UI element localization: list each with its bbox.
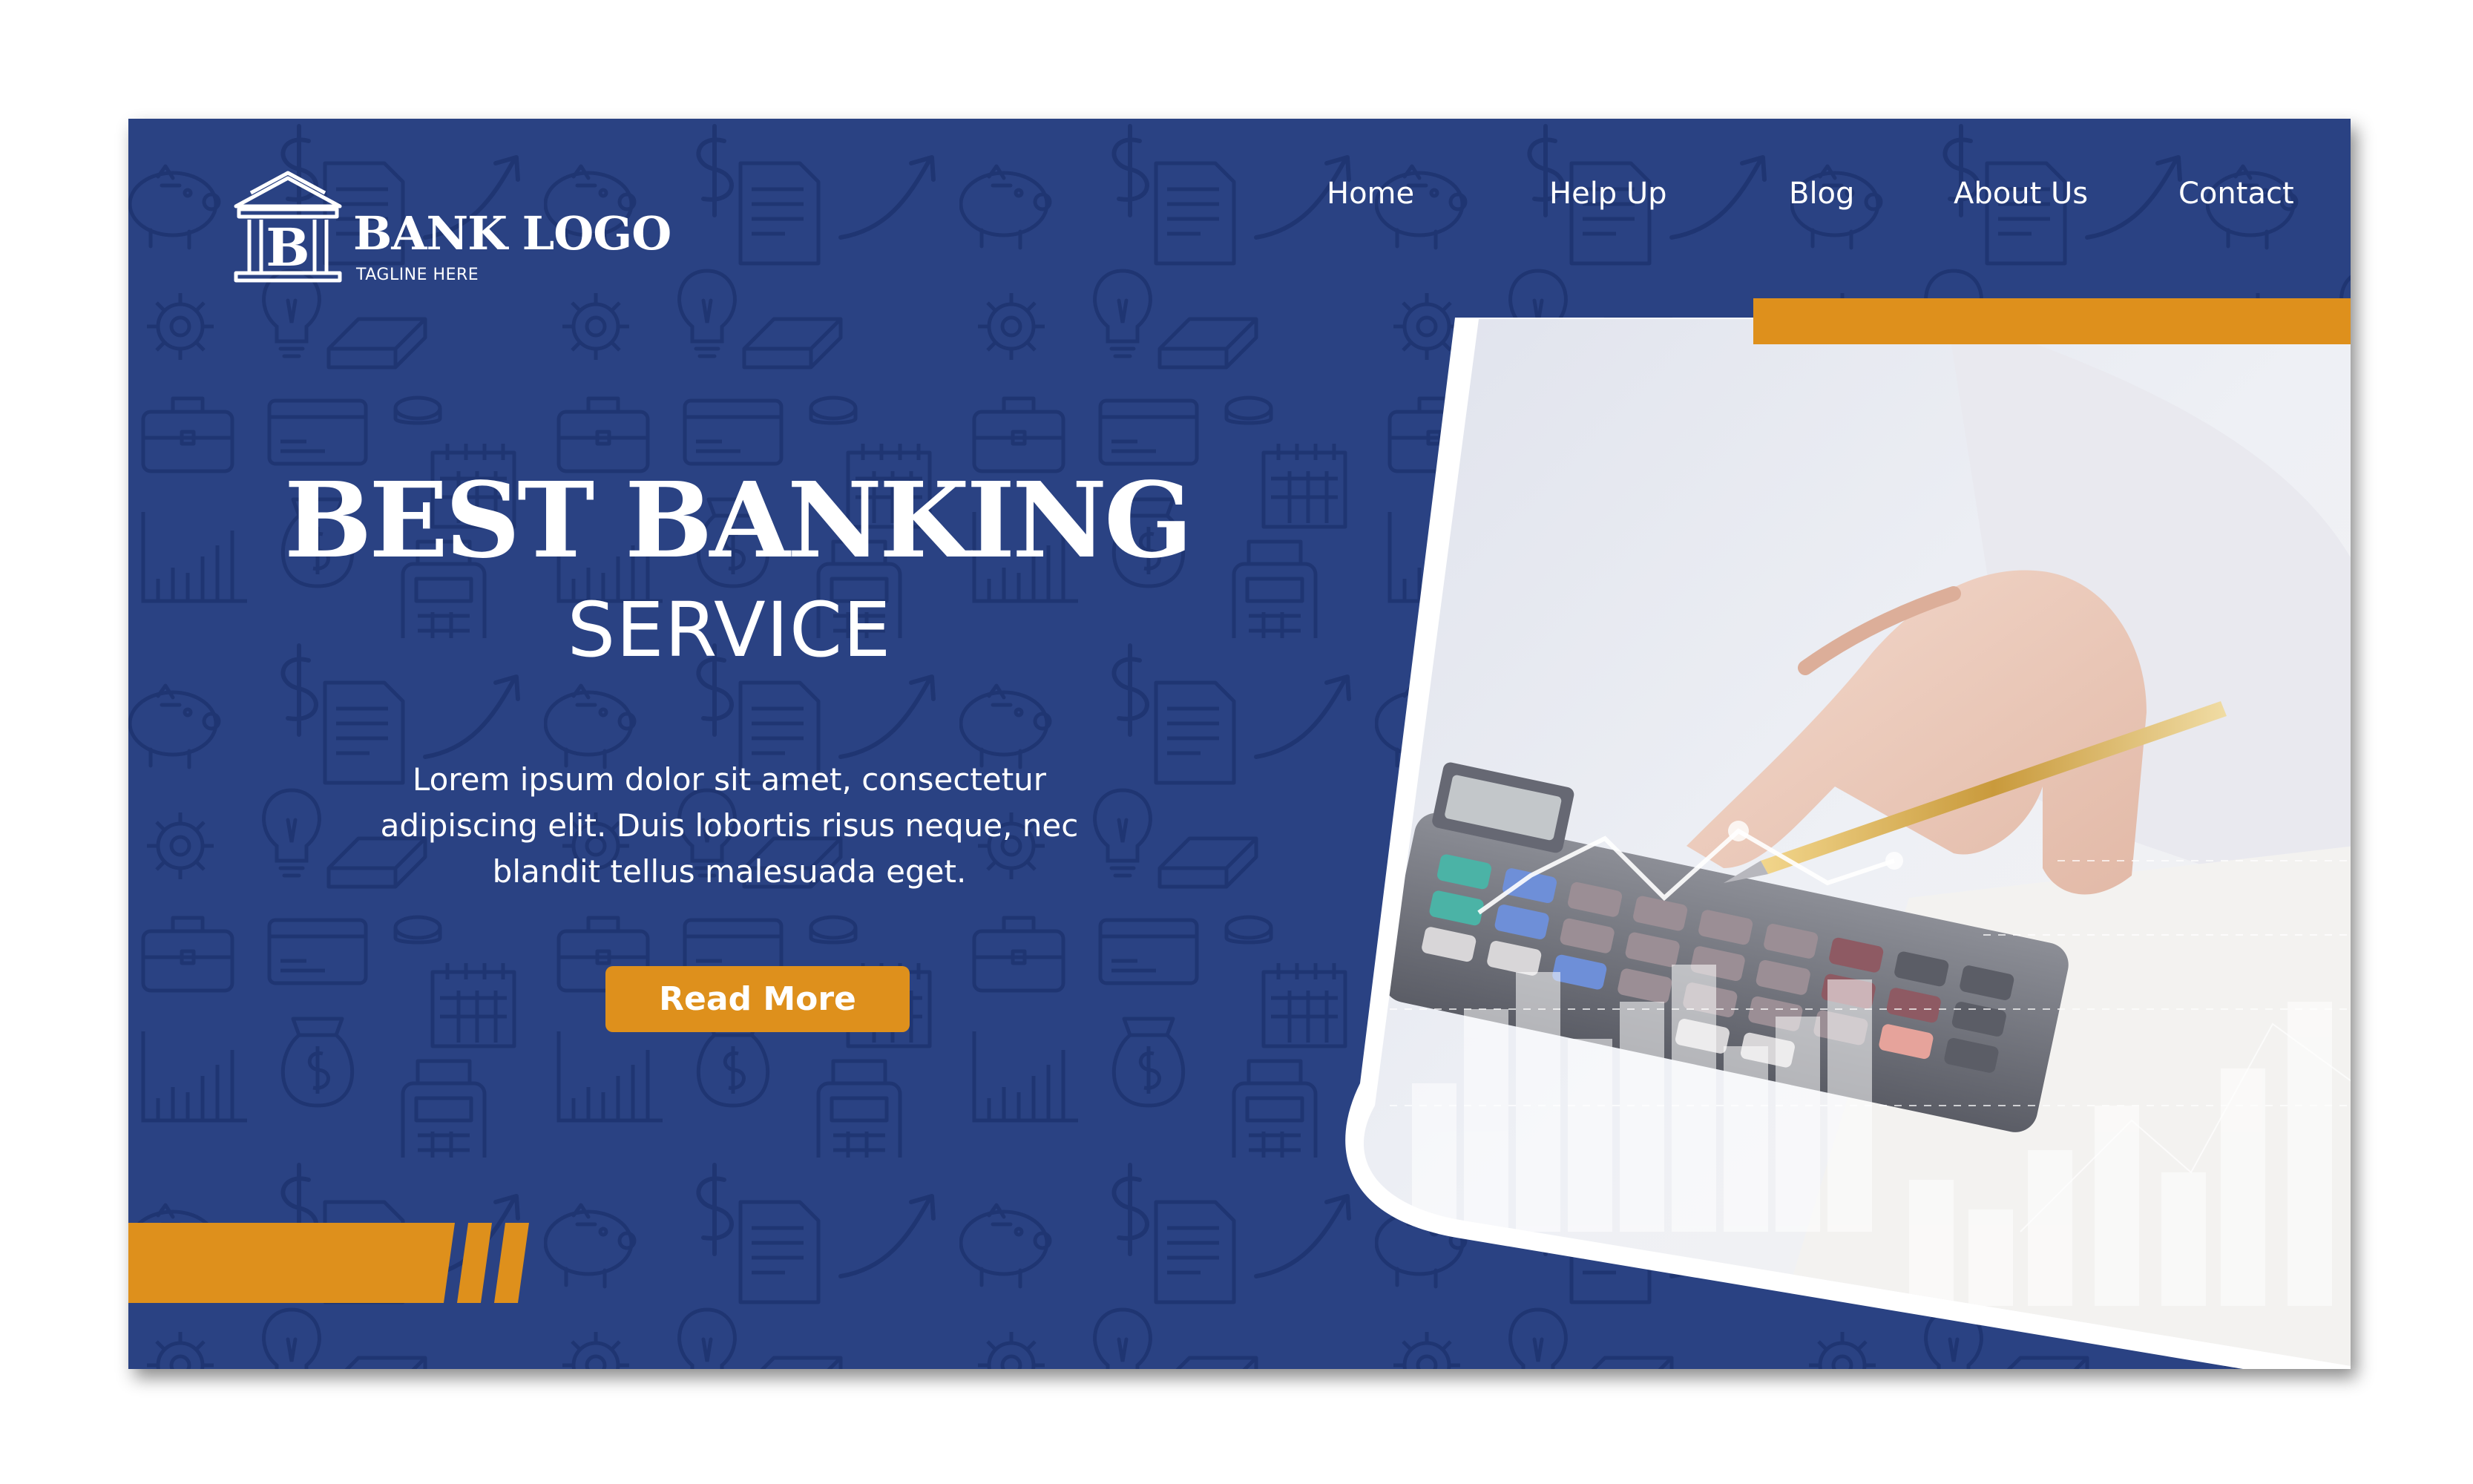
- hero-description: Lorem ipsum dolor sit amet, consectetur …: [380, 761, 1079, 890]
- hero-title: BEST BANKING: [284, 460, 1193, 582]
- nav-item-help-up[interactable]: Help Up: [1549, 177, 1667, 211]
- logo-name: BANK LOGO: [353, 206, 671, 260]
- bank-logo[interactable]: B BANK LOGO TAGLINE HERE: [229, 171, 671, 289]
- logo-tagline: TAGLINE HERE: [356, 266, 479, 284]
- read-more-button[interactable]: Read More: [605, 966, 910, 1032]
- landing-page: B BANK LOGO TAGLINE HERE Home Help Up Bl…: [128, 119, 2351, 1369]
- accent-bar-top: [1753, 298, 2351, 344]
- nav-item-blog[interactable]: Blog: [1789, 177, 1854, 211]
- accent-bar-bottom: [128, 1223, 529, 1303]
- svg-text:B: B: [266, 217, 309, 278]
- nav-item-home[interactable]: Home: [1327, 177, 1414, 211]
- nav-item-about-us[interactable]: About Us: [1954, 177, 2088, 211]
- bank-building-icon: B: [234, 171, 342, 283]
- hero-subtitle: SERVICE: [567, 586, 892, 674]
- nav-item-contact[interactable]: Contact: [2178, 177, 2294, 211]
